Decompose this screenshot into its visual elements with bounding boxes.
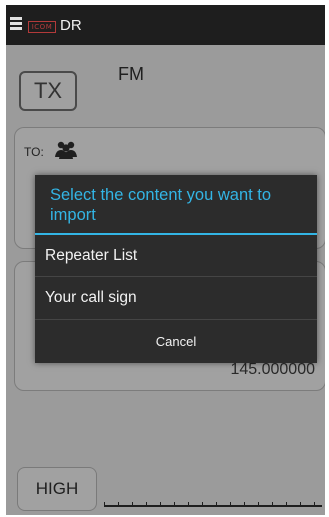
menu-icon[interactable] xyxy=(10,17,22,31)
title-bar: ICOM DR xyxy=(6,5,325,45)
group-icon xyxy=(55,141,77,159)
dialog-item-your-call-sign[interactable]: Your call sign xyxy=(35,277,317,319)
tx-button[interactable]: TX xyxy=(19,71,77,111)
dialog-cancel-button[interactable]: Cancel xyxy=(35,320,317,363)
mode-title: DR xyxy=(60,17,82,34)
meter-scale xyxy=(104,502,322,515)
dialog-item-repeater-list[interactable]: Repeater List xyxy=(35,235,317,277)
mode-label: FM xyxy=(118,64,144,84)
frequency-value: 145.000000 xyxy=(230,361,315,378)
brand-logo: ICOM xyxy=(28,21,56,33)
to-label: TO: xyxy=(24,145,44,159)
import-dialog: Select the content you want to import Re… xyxy=(35,175,317,363)
power-high-button[interactable]: HIGH xyxy=(17,467,97,511)
dialog-title: Select the content you want to import xyxy=(50,186,272,224)
app-frame: ICOM DR TX FM TO: 145.000000 HIGH Select… xyxy=(6,5,325,515)
